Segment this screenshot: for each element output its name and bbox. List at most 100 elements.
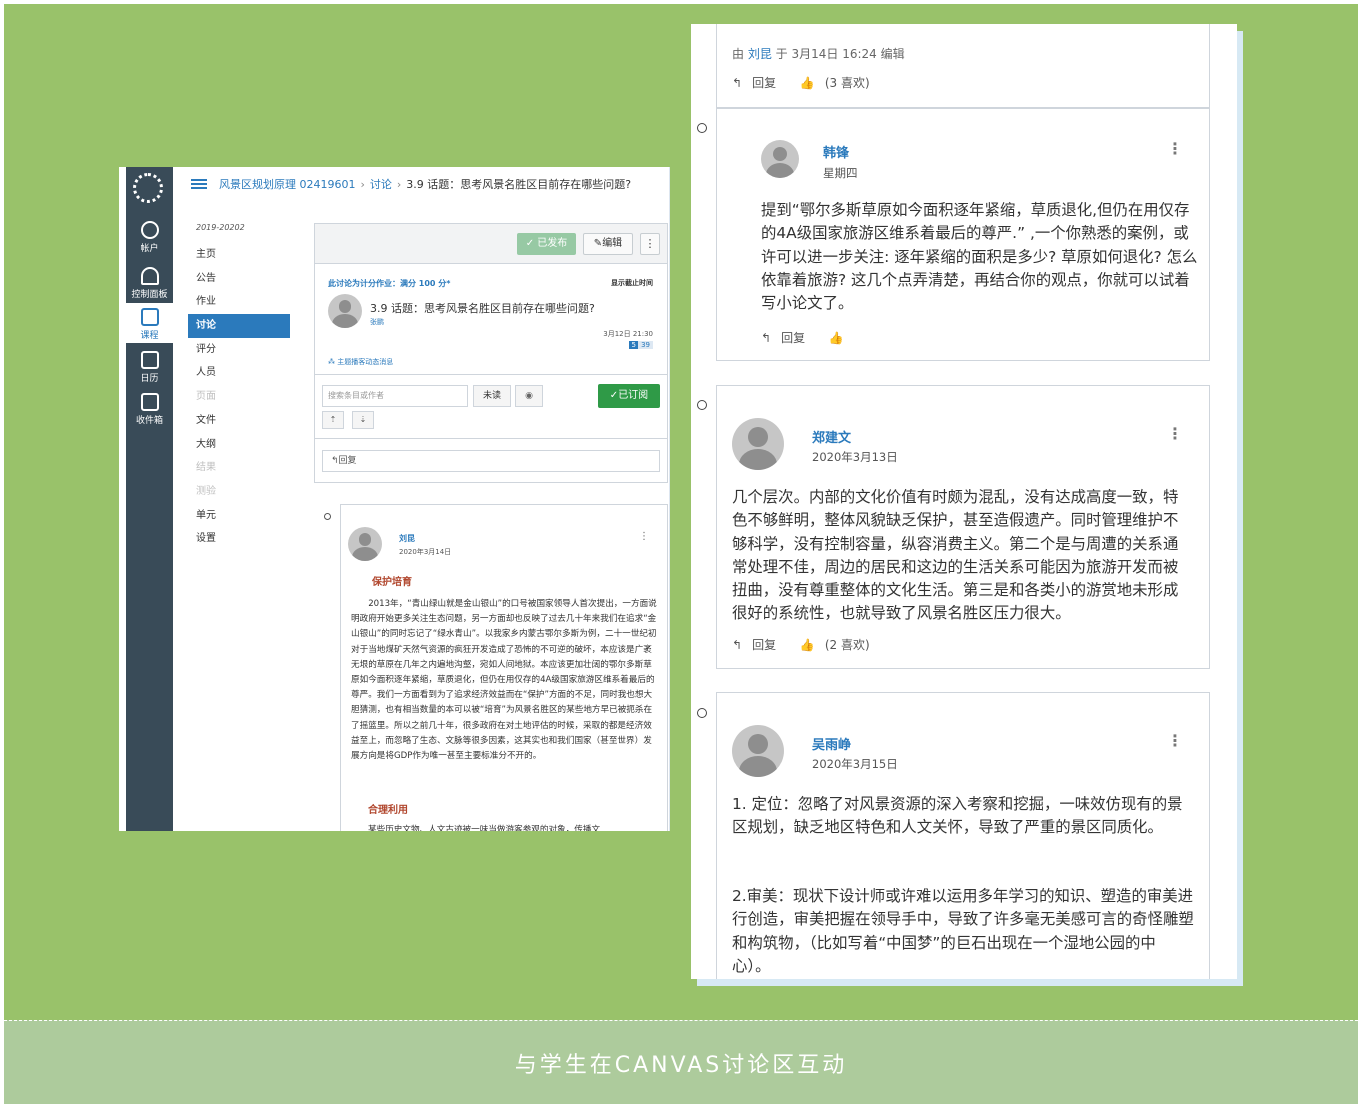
nav-calendar[interactable]: 日历: [126, 351, 173, 384]
subscribed-button[interactable]: ✓已订阅: [598, 384, 660, 408]
course-nav-quizzes[interactable]: 测验: [188, 480, 290, 504]
more-options-icon[interactable]: ⋮: [1167, 733, 1183, 749]
discussion-header: ✓ 已发布 ✎编辑 ⋮ 此讨论为计分作业：满分 100 分* 显示截止时间 3.…: [314, 223, 668, 483]
thread-marker-icon: [697, 400, 707, 410]
avatar: [328, 294, 362, 328]
course-nav-grades[interactable]: 评分: [188, 338, 290, 362]
entry-heading: 合理利用: [368, 805, 408, 816]
course-nav-people[interactable]: 人员: [188, 361, 290, 385]
course-nav-modules[interactable]: 单元: [188, 504, 290, 528]
divider: [315, 374, 667, 375]
nav-courses[interactable]: 课程: [126, 303, 173, 343]
topic-author[interactable]: 张鹏: [370, 317, 384, 327]
course-nav-pages[interactable]: 页面: [188, 385, 290, 409]
course-nav-home[interactable]: 主页: [188, 243, 290, 267]
entry-actions: ↰ 回复 👍 (3 喜欢): [732, 74, 890, 91]
reply-button[interactable]: ↰回复: [322, 450, 660, 472]
canvas-logo-icon[interactable]: [133, 173, 163, 203]
entry-author[interactable]: 韩锋: [823, 142, 849, 161]
course-nav-assignments[interactable]: 作业: [188, 290, 290, 314]
course-nav-announcements[interactable]: 公告: [188, 267, 290, 291]
check-icon: ✓: [609, 390, 619, 401]
more-options-icon[interactable]: ⋮: [1167, 141, 1183, 157]
avatar: [761, 140, 799, 178]
inbox-icon: [140, 393, 159, 411]
entry-date: 2020年3月15日: [812, 757, 898, 771]
entry-body: 提到“鄂尔多斯草原如今面积逐年紧缩，草质退化,但仍在用仅存的4A级国家旅游区维系…: [761, 201, 1198, 313]
unread-filter-button[interactable]: 未读: [473, 385, 511, 407]
topic-title: 3.9 话题：思考风景名胜区目前存在哪些问题?: [370, 302, 595, 315]
entry-body: 1. 定位：忽略了对风景资源的深入考察和挖掘，一味效仿现有的景区规划，缺乏地区特…: [732, 795, 1183, 837]
entry-body: 几个层次。内部的文化价值有时颇为混乱，没有达成高度一致，特色不够鲜明，整体风貌缺…: [732, 488, 1179, 623]
entry-date: 2020年3月14日: [399, 548, 452, 556]
reply-icon: ↰: [732, 638, 743, 652]
breadcrumb-separator-icon: ›: [396, 178, 402, 191]
entry-author[interactable]: 吴雨峥: [812, 734, 851, 753]
reply-button[interactable]: ↰回复: [732, 76, 786, 90]
divider: [315, 438, 667, 439]
nav-account[interactable]: 帐户: [126, 221, 173, 254]
total-count-badge: 39: [638, 341, 653, 349]
search-input[interactable]: 搜索条目或作者: [322, 385, 468, 407]
edit-button[interactable]: ✎编辑: [583, 233, 633, 255]
due-date-toggle[interactable]: 显示截止时间: [611, 278, 653, 288]
entry-author[interactable]: 郑建文: [812, 427, 851, 446]
right-screenshot: 由 刘昆 于 3月14日 16:24 编辑 ↰ 回复 👍 (3 喜欢) 韩锋 星期四…: [691, 24, 1237, 979]
more-options-icon[interactable]: ⋮: [1167, 426, 1183, 442]
account-icon: [140, 221, 159, 239]
nav-inbox[interactable]: 收件箱: [126, 393, 173, 426]
more-options-icon[interactable]: ⋮: [639, 531, 649, 542]
entry-author[interactable]: 刘昆: [399, 533, 415, 544]
more-options-icon[interactable]: ⋮: [640, 233, 660, 255]
discussion-entry: 刘昆 2020年3月14日 ⋮ 保护培育 2013年，“青山绿山就是金山银山”的…: [340, 504, 668, 831]
course-nav-discussions[interactable]: 讨论: [188, 314, 290, 338]
editor-link[interactable]: 刘昆: [748, 47, 772, 61]
discussion-entry: 郑建文 2020年3月13日 ⋮ 几个层次。内部的文化价值有时颇为混乱，没有达成…: [716, 385, 1210, 669]
thread-marker-icon: [697, 123, 707, 133]
reply-button[interactable]: ↰回复: [732, 638, 786, 652]
breadcrumb-course[interactable]: 风景区规划原理 02419601: [219, 178, 355, 191]
course-nav-files[interactable]: 文件: [188, 409, 290, 433]
avatar: [732, 725, 784, 777]
caption: 与学生在CANVAS讨论区互动: [514, 1052, 848, 1078]
thread-marker-icon: [324, 513, 331, 520]
nav-dashboard[interactable]: 控制面板: [126, 267, 173, 300]
breadcrumb-separator-icon: ›: [360, 178, 365, 191]
course-nav-settings[interactable]: 设置: [188, 527, 290, 551]
eye-icon[interactable]: ◉: [515, 385, 543, 407]
reply-icon: ↰: [761, 331, 772, 345]
published-button[interactable]: ✓ 已发布: [517, 233, 576, 255]
like-button[interactable]: 👍 (2 喜欢): [800, 638, 880, 652]
discussion-entry: 由 刘昆 于 3月14日 16:24 编辑 ↰ 回复 👍 (3 喜欢): [716, 24, 1210, 108]
expand-all-icon[interactable]: ⇡: [322, 411, 344, 429]
like-icon: 👍: [828, 331, 844, 345]
collapse-all-icon[interactable]: ⇣: [352, 411, 374, 429]
entry-actions: ↰ 回复 👍: [761, 329, 864, 346]
breadcrumb-section[interactable]: 讨论: [370, 178, 392, 191]
reply-button[interactable]: ↰回复: [761, 331, 815, 345]
courses-icon: [140, 308, 159, 326]
topic-date: 3月12日 21:30: [603, 330, 653, 338]
thread-marker-icon: [697, 708, 707, 718]
course-nav-syllabus[interactable]: 大纲: [188, 433, 290, 457]
like-button[interactable]: 👍 (3 喜欢): [800, 76, 880, 90]
avatar: [348, 527, 382, 561]
term-label: 2019-20202: [196, 223, 245, 232]
topic-toolbar: ✓ 已发布 ✎编辑 ⋮: [315, 224, 667, 264]
like-button[interactable]: 👍: [829, 331, 854, 345]
entry-date: 星期四: [823, 166, 858, 180]
breadcrumb-current: 3.9 话题：思考风景名胜区目前存在哪些问题?: [406, 178, 632, 191]
check-icon: ✓: [525, 238, 538, 249]
pencil-icon: ✎: [593, 238, 603, 249]
like-icon: 👍: [799, 76, 815, 90]
breadcrumb: 风景区规划原理 02419601 › 讨论 › 3.9 话题：思考风景名胜区目前存在哪些…: [219, 176, 631, 192]
hamburger-menu-icon[interactable]: [191, 179, 207, 189]
dashboard-icon: [140, 267, 159, 285]
calendar-icon: [140, 351, 159, 369]
entry-body-continued: 某些历史文物、人文古迹被一味当做游客参观的对象，传播文: [368, 825, 601, 831]
global-navigation: 帐户 控制面板 课程 日历 收件箱: [126, 167, 173, 831]
entry-body: 2.审美：现状下设计师或许难以运用多年学习的知识、塑造的审美进行创造，审美把握在…: [732, 887, 1194, 975]
course-nav-outcomes[interactable]: 结果: [188, 456, 290, 480]
podcast-feed-link[interactable]: ⁂ 主题播客动态消息: [328, 357, 393, 367]
like-icon: 👍: [799, 638, 815, 652]
